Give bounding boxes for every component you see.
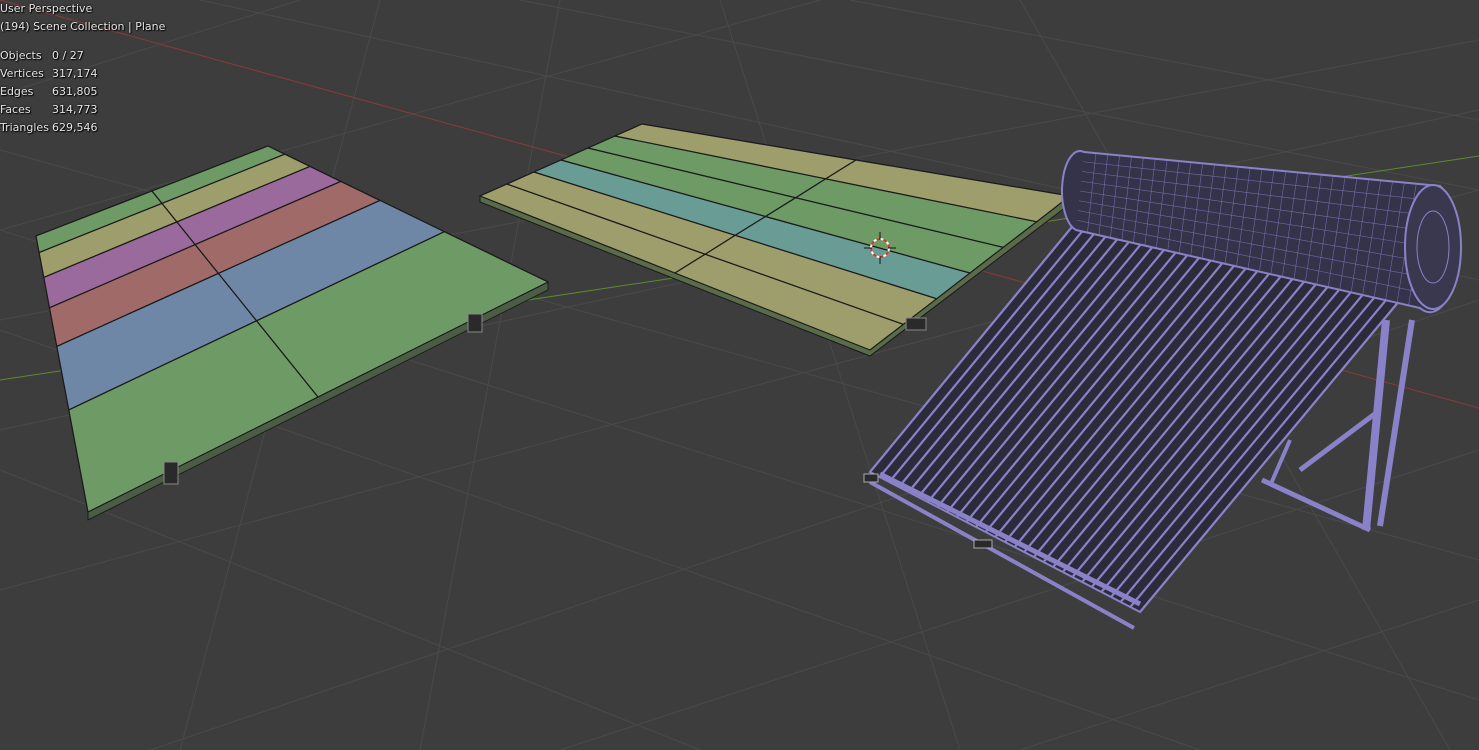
stat-label: Faces xyxy=(0,103,31,116)
stat-label: Vertices xyxy=(0,67,44,80)
stat-row-edges: Edges 631,805 xyxy=(0,83,98,101)
scene-canvas[interactable] xyxy=(0,0,1479,750)
grid-line xyxy=(849,0,1479,121)
stat-value: 0 / 27 xyxy=(52,49,84,62)
stat-row-vertices: Vertices 317,174 xyxy=(0,65,98,83)
mount-bracket xyxy=(163,461,179,485)
grid-line xyxy=(419,0,561,750)
support-brace xyxy=(1298,408,1382,472)
support-brace xyxy=(1260,477,1372,533)
stat-value: 317,174 xyxy=(52,67,98,80)
scene-collection-label: (194) Scene Collection | Plane xyxy=(0,20,166,33)
stat-row-triangles: Triangles 629,546 xyxy=(0,119,98,137)
stat-value: 314,773 xyxy=(52,103,98,116)
stat-value: 629,546 xyxy=(52,121,98,134)
scene-statistics: Objects 0 / 27 Vertices 317,174 Edges 63… xyxy=(0,47,98,137)
grid-line xyxy=(1019,599,1479,750)
grid-line xyxy=(719,0,961,750)
view-perspective-label: User Perspective xyxy=(0,2,93,15)
mount-bracket xyxy=(467,313,483,333)
mount-bracket xyxy=(905,317,927,331)
stat-row-objects: Objects 0 / 27 xyxy=(0,47,98,65)
stat-value: 631,805 xyxy=(52,85,98,98)
solar-panel-array-left[interactable] xyxy=(35,145,550,521)
tank-end-cap xyxy=(1404,184,1462,310)
stat-label: Objects xyxy=(0,49,42,62)
stat-label: Edges xyxy=(0,85,34,98)
3d-viewport[interactable]: User Perspective (194) Scene Collection … xyxy=(0,0,1479,750)
mount-bracket xyxy=(863,473,879,483)
stat-label: Triangles xyxy=(0,121,49,134)
solar-panel-array-center[interactable] xyxy=(478,123,1072,357)
mount-bracket xyxy=(973,539,993,549)
stat-row-faces: Faces 314,773 xyxy=(0,101,98,119)
